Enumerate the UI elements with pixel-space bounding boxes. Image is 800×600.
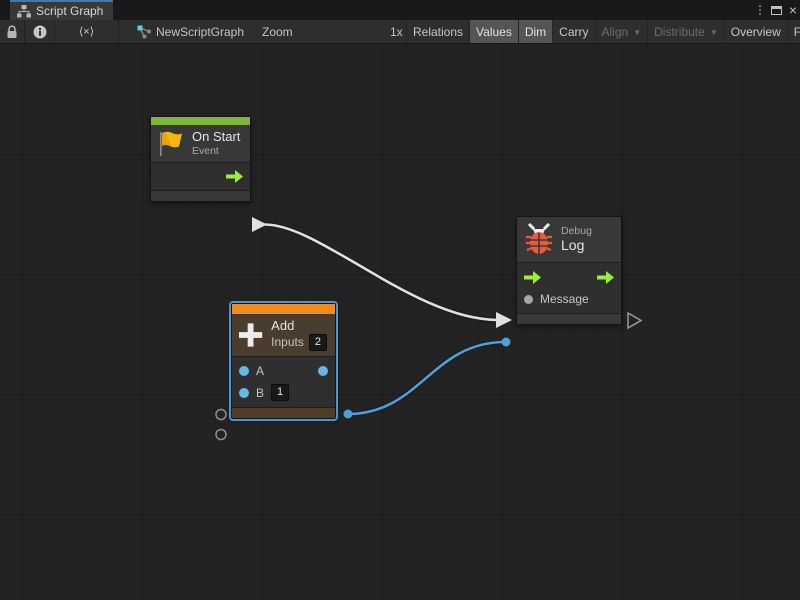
button-label: Carry [559, 25, 588, 39]
dim-button[interactable]: Dim [518, 20, 552, 43]
plus-icon [238, 322, 263, 348]
inputs-count-field[interactable]: 2 [309, 334, 327, 351]
math-color-bar [232, 304, 335, 314]
port-label: A [256, 364, 264, 378]
script-graph-asset-icon [136, 20, 153, 43]
node-header: On Start Event [151, 125, 250, 163]
flow-input-port[interactable] [524, 271, 541, 284]
button-label: Dim [525, 25, 546, 39]
carry-button[interactable]: Carry [552, 20, 594, 43]
input-port-b[interactable] [239, 388, 249, 398]
button-label: Full S [794, 25, 800, 39]
tab-label: Script Graph [36, 4, 103, 18]
button-label: Overview [731, 25, 781, 39]
info-button[interactable] [25, 20, 54, 43]
overview-button[interactable]: Overview [724, 20, 787, 43]
port-label: Message [540, 292, 589, 306]
chevron-down-icon: ▼ [633, 28, 641, 37]
lock-button[interactable] [0, 20, 24, 43]
node-on-start[interactable]: On Start Event [150, 116, 251, 202]
node-footer [232, 407, 335, 418]
node-ports: Message [517, 263, 621, 313]
toolbar-button-group: Relations Values Dim Carry Align ▼ Distr… [406, 20, 800, 43]
align-dropdown[interactable]: Align ▼ [595, 20, 648, 43]
node-header: Add Inputs 2 [232, 314, 335, 357]
node-title: Add [271, 319, 327, 334]
node-title: Log [561, 237, 592, 253]
graph-canvas[interactable] [0, 44, 800, 600]
port-b-value-field[interactable]: 1 [271, 384, 289, 401]
info-icon [33, 25, 47, 39]
message-input-port[interactable] [524, 295, 533, 304]
flow-output-port[interactable] [597, 271, 614, 284]
tab-script-graph[interactable]: Script Graph [10, 0, 113, 20]
node-debug-log[interactable]: Debug Log Message [516, 216, 622, 325]
button-label: Relations [413, 25, 463, 39]
node-subtitle: Debug [561, 225, 592, 237]
code-view-button[interactable]: ⟨×⟩ [55, 20, 118, 43]
maximize-glyph [771, 6, 782, 15]
node-ports [151, 163, 250, 190]
distribute-dropdown[interactable]: Distribute ▼ [647, 20, 724, 43]
flag-icon [157, 130, 184, 157]
node-footer [151, 190, 250, 201]
node-ports: A B 1 [232, 357, 335, 407]
bug-icon [525, 223, 553, 256]
button-label: Values [476, 25, 512, 39]
zoom-value: 1x [390, 20, 406, 43]
node-header: Debug Log [517, 217, 621, 263]
values-button[interactable]: Values [469, 20, 518, 43]
graph-toolbar: ⟨×⟩ NewScriptGraph Zoom 1x Relations Val… [0, 20, 800, 44]
button-label: Distribute [654, 25, 705, 39]
code-icon: ⟨×⟩ [79, 25, 94, 38]
close-icon[interactable]: × [789, 0, 797, 20]
node-title: On Start [192, 130, 240, 145]
port-label: B [256, 386, 264, 400]
node-add[interactable]: Add Inputs 2 A B 1 [231, 303, 336, 419]
relations-button[interactable]: Relations [406, 20, 469, 43]
lock-icon [6, 25, 18, 39]
event-color-bar [151, 117, 250, 125]
node-subtitle: Event [192, 145, 240, 157]
sum-output-port[interactable] [318, 366, 328, 376]
flow-output-port[interactable] [226, 170, 243, 183]
script-graph-window: Script Graph ⋮ × ⟨×⟩ [0, 0, 800, 600]
window-tab-bar: Script Graph ⋮ × [0, 0, 800, 20]
graph-hierarchy-icon [17, 5, 31, 18]
window-menu-icon[interactable]: ⋮ [754, 0, 766, 20]
maximize-icon[interactable] [771, 0, 782, 20]
node-footer [517, 313, 621, 324]
inputs-label: Inputs [271, 336, 304, 350]
chevron-down-icon: ▼ [710, 28, 718, 37]
full-screen-button[interactable]: Full S [787, 20, 800, 43]
button-label: Align [602, 25, 629, 39]
graph-name-label: NewScriptGraph [156, 20, 256, 43]
toolbar-separator [118, 20, 119, 43]
input-port-a[interactable] [239, 366, 249, 376]
zoom-label: Zoom [262, 20, 296, 43]
